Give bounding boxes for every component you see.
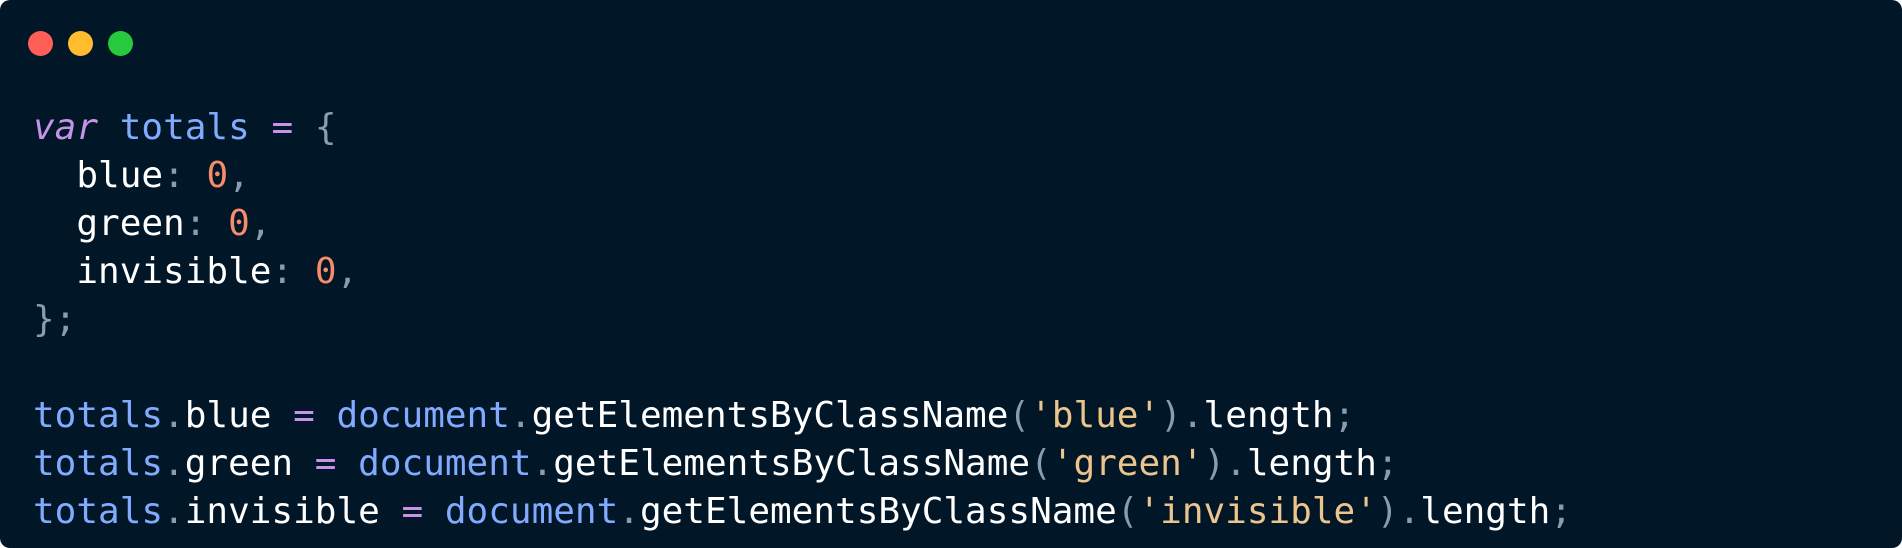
code-token-punc: ( — [1008, 395, 1031, 436]
code-line: totals.invisible = document.getElementsB… — [33, 488, 1572, 536]
code-line: totals.green = document.getElementsByCla… — [33, 440, 1572, 488]
code-token-punc: : — [271, 251, 294, 292]
code-token-prop: green — [76, 203, 185, 244]
code-token-ws — [33, 155, 76, 196]
code-token-prop: blue — [184, 395, 272, 436]
code-token-keyword: var — [33, 107, 99, 148]
code-token-ws — [185, 155, 207, 196]
code-token-op: = — [293, 395, 315, 436]
code-token-punc: ; — [1376, 443, 1399, 484]
code-token-ws — [293, 251, 315, 292]
code-token-punc: , — [228, 155, 250, 196]
code-token-num: 0 — [206, 155, 229, 196]
code-token-punc: , — [336, 251, 359, 292]
code-token-ws — [250, 107, 272, 148]
code-token-prop: invisible — [76, 251, 272, 292]
code-token-ws — [336, 443, 358, 484]
code-token-method: getElementsByClassName — [531, 395, 1009, 436]
code-token-method: getElementsByClassName — [639, 491, 1117, 532]
code-token-num: 0 — [228, 203, 250, 244]
code-token-punc: { — [314, 107, 337, 148]
code-token-punc: ) — [1376, 491, 1399, 532]
code-token-var: totals — [33, 443, 164, 484]
code-line: green: 0, — [33, 200, 1572, 248]
code-token-var: totals — [33, 491, 164, 532]
code-line: blue: 0, — [33, 152, 1572, 200]
code-line: var totals = { — [33, 104, 1572, 152]
code-token-punc: . — [531, 443, 554, 484]
code-token-punc: : — [163, 155, 185, 196]
code-token-prop: blue — [76, 155, 164, 196]
code-token-punc: }; — [33, 299, 77, 340]
code-token-prop: length — [1420, 491, 1551, 532]
code-token-ws — [293, 107, 315, 148]
code-token-ws — [33, 251, 76, 292]
code-token-punc: . — [163, 491, 185, 532]
code-token-punc: ; — [1333, 395, 1356, 436]
code-token-punc: ( — [1116, 491, 1139, 532]
code-token-var: document — [444, 491, 619, 532]
code-token-op: = — [401, 491, 424, 532]
code-token-str: 'blue' — [1030, 395, 1161, 436]
code-token-punc: . — [618, 491, 640, 532]
code-token-method: getElementsByClassName — [553, 443, 1031, 484]
code-token-prop: invisible — [184, 491, 380, 532]
code-token-punc: : — [184, 203, 207, 244]
code-token-punc: ) — [1203, 443, 1226, 484]
code-token-str: 'invisible' — [1138, 491, 1377, 532]
code-block: var totals = { blue: 0, green: 0, invisi… — [33, 104, 1572, 536]
code-token-punc: . — [1225, 443, 1247, 484]
code-token-punc: . — [1398, 491, 1421, 532]
code-token-num: 0 — [314, 251, 337, 292]
code-token-ws — [423, 491, 445, 532]
code-window: var totals = { blue: 0, green: 0, invisi… — [0, 0, 1902, 548]
code-token-op: = — [271, 107, 294, 148]
code-line: invisible: 0, — [33, 248, 1572, 296]
code-token-ws — [380, 491, 402, 532]
code-token-punc: ; — [1550, 491, 1572, 532]
code-token-var: totals — [33, 395, 164, 436]
code-token-prop: green — [184, 443, 294, 484]
code-line: }; — [33, 296, 1572, 344]
code-token-str: 'green' — [1051, 443, 1204, 484]
code-token-prop: length — [1203, 395, 1334, 436]
code-token-ws — [293, 443, 315, 484]
minimize-window-icon[interactable] — [68, 31, 93, 56]
code-token-ws — [315, 395, 337, 436]
code-token-op: = — [314, 443, 337, 484]
code-token-var: document — [336, 395, 510, 436]
code-token-punc: . — [509, 395, 532, 436]
code-token-ws — [33, 203, 76, 244]
code-token-ws — [98, 107, 120, 148]
code-token-punc: . — [1181, 395, 1204, 436]
code-token-punc: . — [163, 443, 185, 484]
code-token-var: totals — [119, 107, 250, 148]
code-token-punc: ) — [1160, 395, 1182, 436]
code-token-punc: . — [163, 395, 185, 436]
code-token-ws — [271, 395, 293, 436]
code-token-var: document — [358, 443, 532, 484]
window-titlebar — [0, 0, 1902, 80]
code-line: totals.blue = document.getElementsByClas… — [33, 392, 1572, 440]
close-window-icon[interactable] — [28, 31, 53, 56]
code-token-punc: , — [249, 203, 272, 244]
code-token-ws — [206, 203, 228, 244]
code-token-punc: ( — [1030, 443, 1052, 484]
zoom-window-icon[interactable] — [108, 31, 133, 56]
code-token-prop: length — [1246, 443, 1377, 484]
